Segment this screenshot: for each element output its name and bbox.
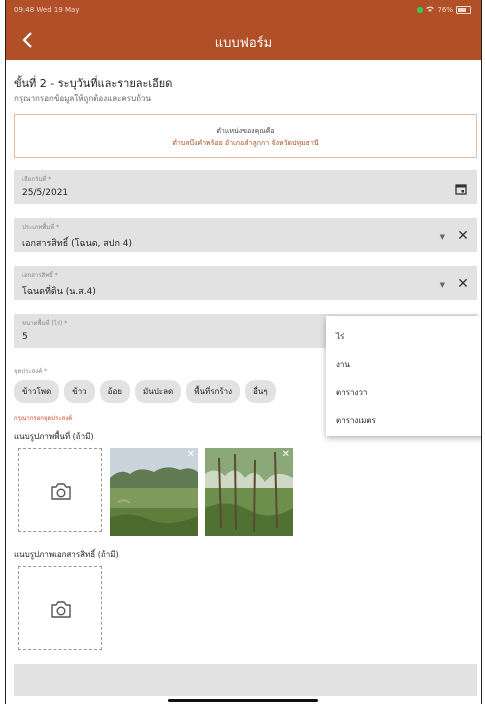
unit-dropdown-menu: ไร่ งาน ตารางวา ตารางเมตร <box>326 316 481 436</box>
add-area-photo-button[interactable] <box>18 448 102 532</box>
location-value: ตำบลบึงคำพร้อย อำเภอลำลูกกา จังหวัดปทุมธ… <box>172 139 319 147</box>
status-bar: 09:48 Wed 19 May ● 76% <box>6 0 481 20</box>
area-photo-thumbnail[interactable]: ✕ <box>110 448 198 536</box>
status-right: ● 76% <box>416 5 471 14</box>
chip-other[interactable]: อื่นๆ <box>245 380 276 403</box>
caret-down-icon[interactable]: ▼ <box>440 233 445 241</box>
document-value: โฉนดที่ดิน (น.ส.4) <box>22 287 96 297</box>
date-field[interactable]: เลือกวันที่ * 25/5/2021 <box>14 170 477 204</box>
purpose-error: กรุณากรอกจุดประสงค์ <box>14 415 73 422</box>
dropdown-item-rai[interactable]: ไร่ <box>336 330 344 343</box>
document-label: เอกสารสิทธิ์ * <box>22 272 58 279</box>
caret-down-icon[interactable]: ▼ <box>440 281 445 289</box>
wifi-icon <box>426 6 435 14</box>
forest-photo-image <box>205 448 293 536</box>
document-select[interactable]: เอกสารสิทธิ์ * โฉนดที่ดิน (น.ส.4) ▼ ✕ <box>14 266 477 300</box>
location-label: ตำแหน่งของคุณคือ <box>216 127 275 135</box>
area-size-value: 5 <box>22 332 28 342</box>
step-hint: กรุณากรอกข้อมูลให้ถูกต้องและครบถ้วน <box>14 94 151 103</box>
location-dot-icon: ● <box>416 5 424 14</box>
doc-photos-title: แนบรูปภาพเอกสารสิทธิ์ (ถ้ามี) <box>14 550 119 559</box>
remove-photo-icon[interactable]: ✕ <box>282 449 290 460</box>
purpose-chips: ข้าวโพด ข้าว อ้อย มันปะลด พื้นที่รกร้าง … <box>14 380 276 403</box>
chip-wasteland[interactable]: พื้นที่รกร้าง <box>186 380 241 403</box>
dropdown-item-square-wa[interactable]: ตารางวา <box>336 386 367 399</box>
area-size-label: ขนาดพื้นที่ (ไร่) * <box>22 320 68 327</box>
add-doc-photo-button[interactable] <box>18 566 102 650</box>
date-value: 25/5/2021 <box>22 188 69 198</box>
field-photo-image <box>110 448 198 536</box>
area-type-value: เอกสารสิทธิ์ (โฉนด, สปก 4) <box>22 239 133 249</box>
step-title: ขั้นที่ 2 - ระบุวันที่และรายละเอียด <box>14 77 173 90</box>
page-title: แบบฟอร์ม <box>214 36 273 51</box>
home-indicator <box>168 699 318 702</box>
area-photos-title: แนบรูปภาพพื้นที่ (ถ้ามี) <box>14 432 94 441</box>
location-box: ตำแหน่งของคุณคือ ตำบลบึงคำพร้อย อำเภอลำล… <box>14 114 477 158</box>
area-type-select[interactable]: ประเภทพื้นที่ * เอกสารสิทธิ์ (โฉนด, สปก … <box>14 218 477 252</box>
dropdown-item-ngan[interactable]: งาน <box>336 358 350 371</box>
purpose-label: จุดประสงค์ * <box>14 368 48 375</box>
date-label: เลือกวันที่ * <box>22 176 52 183</box>
status-time: 09:48 Wed 19 May <box>14 6 80 14</box>
calendar-icon[interactable] <box>455 180 467 195</box>
battery-icon <box>456 5 471 14</box>
area-photo-thumbnail[interactable]: ✕ <box>205 448 293 536</box>
clear-icon[interactable]: ✕ <box>455 276 471 292</box>
remove-photo-icon[interactable]: ✕ <box>187 449 195 460</box>
chip-cassava[interactable]: มันปะลด <box>134 380 182 403</box>
camera-icon <box>51 601 71 618</box>
chip-rice[interactable]: ข้าว <box>64 380 95 403</box>
chip-corn[interactable]: ข้าวโพด <box>14 380 60 403</box>
clear-icon[interactable]: ✕ <box>455 228 471 244</box>
camera-icon <box>51 483 71 500</box>
app-frame: 09:48 Wed 19 May ● 76% แบบฟอร์ม ขั้นที่ … <box>5 0 482 704</box>
battery-percent: 76% <box>437 5 453 14</box>
area-type-label: ประเภทพื้นที่ * <box>22 224 60 231</box>
submit-button[interactable] <box>14 664 477 696</box>
chip-sugarcane[interactable]: อ้อย <box>99 380 130 403</box>
dropdown-item-square-meter[interactable]: ตารางเมตร <box>336 414 376 427</box>
app-bar: แบบฟอร์ม <box>6 20 481 60</box>
